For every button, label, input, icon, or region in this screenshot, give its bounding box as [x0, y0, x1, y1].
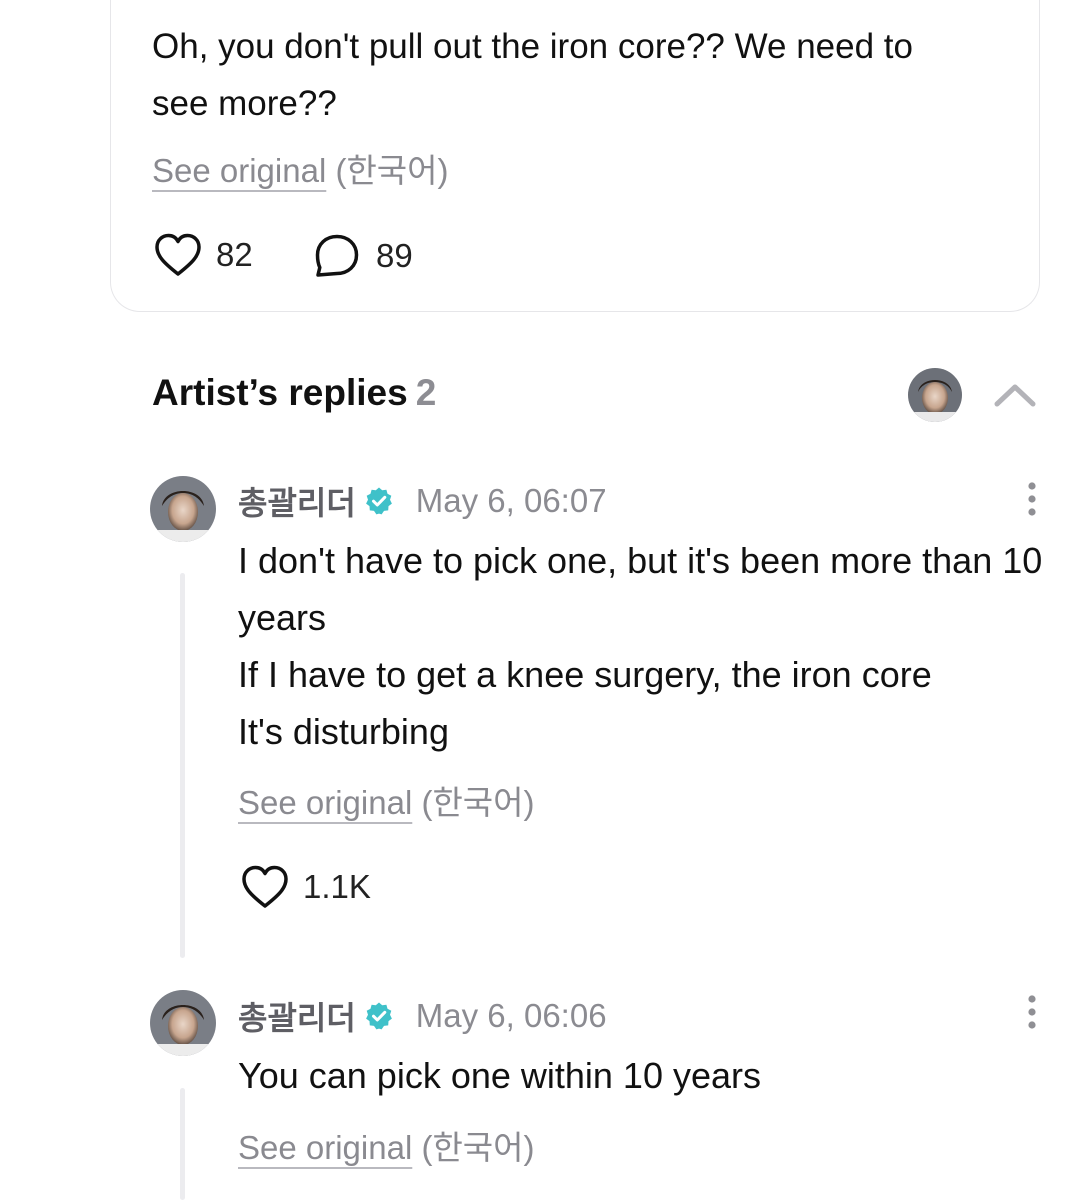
thread-line — [180, 573, 185, 958]
reply-date: May 6, 06:06 — [415, 997, 607, 1034]
reply-meta: 총괄리더 May 6, 06:07 — [238, 478, 607, 524]
artist-avatar[interactable] — [908, 368, 962, 422]
reply-text: You can pick one within 10 years — [238, 1055, 762, 1096]
verified-badge-icon — [365, 1002, 392, 1030]
post-like-count: 82 — [216, 236, 253, 273]
reply-avatar-image — [150, 476, 216, 542]
more-vertical-icon[interactable] — [1022, 993, 1042, 1033]
chevron-up-icon[interactable] — [992, 380, 1038, 410]
more-vertical-icon[interactable] — [1022, 480, 1042, 520]
post-like-button[interactable]: 82 — [154, 233, 253, 277]
see-original-link[interactable]: See original — [238, 784, 412, 821]
artist-replies-header: Artist’s replies 2 — [152, 372, 436, 414]
reply-author-name[interactable]: 총괄리더 — [238, 993, 356, 1039]
speech-bubble-icon — [315, 234, 359, 277]
post-see-original: See original (한국어) — [152, 144, 449, 192]
verified-badge-icon — [365, 487, 392, 515]
original-language-label: (한국어) — [421, 784, 535, 821]
reply-author-avatar[interactable] — [150, 990, 216, 1056]
reply-author-avatar[interactable] — [150, 476, 216, 542]
reply-date: May 6, 06:07 — [415, 482, 607, 519]
heart-icon — [155, 233, 201, 276]
reply-see-original: See original (한국어) — [238, 1121, 535, 1169]
reply-meta: 총괄리더 May 6, 06:06 — [238, 993, 607, 1039]
artist-replies-count: 2 — [415, 372, 437, 413]
reply-author-name[interactable]: 총괄리더 — [238, 478, 356, 524]
post-text: Oh, you don't pull out the iron core?? W… — [152, 27, 913, 123]
reply-see-original: See original (한국어) — [238, 776, 535, 824]
reply-avatar-image — [150, 990, 216, 1056]
thread-line — [180, 1088, 185, 1200]
post-comment-button[interactable]: 89 — [314, 233, 413, 279]
page: Oh, you don't pull out the iron core?? W… — [0, 0, 1086, 1200]
see-original-link[interactable]: See original — [238, 1129, 412, 1166]
see-original-link[interactable]: See original — [152, 152, 326, 189]
reply-like-count: 1.1K — [303, 868, 371, 905]
original-language-label: (한국어) — [335, 152, 449, 189]
original-language-label: (한국어) — [421, 1129, 535, 1166]
reply-like-button[interactable]: 1.1K — [241, 865, 371, 909]
artist-replies-title: Artist’s replies — [152, 372, 408, 413]
post-comment-count: 89 — [376, 237, 413, 274]
reply-text: I don't have to pick one, but it's been … — [238, 540, 1043, 752]
artist-avatar-image — [908, 368, 962, 422]
heart-icon — [242, 865, 288, 908]
